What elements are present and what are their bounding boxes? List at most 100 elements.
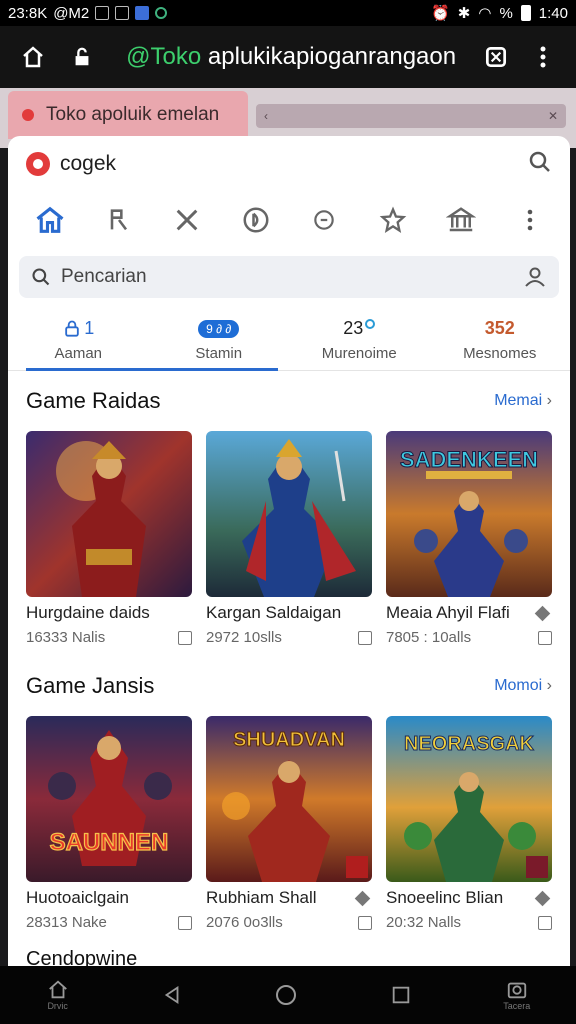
game-meta: 2076 0o3lls — [206, 914, 283, 931]
install-icon[interactable] — [178, 915, 192, 930]
lock-icon[interactable] — [63, 37, 100, 77]
star-icon[interactable] — [373, 200, 413, 240]
wifi-icon: ◠ — [478, 5, 492, 22]
browser-toolbar: @Toko aplukikapioganrangaon — [0, 26, 576, 88]
home-button[interactable] — [274, 983, 298, 1007]
recents-button[interactable] — [390, 984, 412, 1006]
nav-home-button[interactable]: Drvic — [46, 979, 70, 1011]
chevron-right-icon: › — [546, 677, 552, 694]
game-card[interactable]: NEORASGAK Snoeelinc Blian 20:32 Nalls — [386, 716, 552, 931]
more-label: Memai — [494, 392, 543, 409]
status-bar: 23:8K @M2 ⏰ ✱ ◠ % 1:40 — [0, 0, 576, 26]
store-brand: cogek — [60, 152, 117, 175]
search-placeholder: Pencarian — [61, 266, 147, 287]
game-card[interactable]: SHUADVAN Rubhiam Shall 2076 0o3lls — [206, 716, 372, 931]
category-tabs: 1 Aaman 9 ∂ ∂ Stamin 23 Murenoime 352 Me… — [8, 308, 570, 371]
game-name: Huotoaiclgain — [26, 888, 130, 907]
close-icon: ✕ — [547, 109, 558, 123]
tab-label: Mesnomes — [463, 344, 537, 362]
background-tab[interactable]: Toko apoluik emelan — [8, 91, 248, 139]
movies-icon[interactable] — [236, 200, 276, 240]
next-section-title: Cendopwine — [26, 948, 138, 966]
bank-icon[interactable] — [441, 200, 481, 240]
section-title: Game Jansis — [26, 673, 155, 698]
account-icon[interactable] — [523, 265, 547, 289]
store-toolbar — [8, 192, 570, 248]
thumbnail-title: NEORASGAK — [404, 733, 535, 755]
back-icon — [164, 985, 179, 1005]
store-logo-icon — [26, 152, 50, 176]
notification-icon — [115, 6, 130, 20]
search-icon — [32, 268, 50, 286]
more-vertical-icon[interactable] — [510, 200, 550, 240]
background-tab-title: Toko apoluik emelan — [46, 104, 220, 125]
game-meta: 20:32 Nalls — [386, 914, 462, 931]
tab-aaman[interactable]: 1 Aaman — [8, 308, 149, 370]
recents-icon — [392, 986, 410, 1004]
tab-mesnomes[interactable]: 352 Mesnomes — [430, 308, 571, 370]
game-card[interactable]: Kargan Saldaigan 2972 10slls — [206, 431, 372, 646]
app-notification-icon — [135, 6, 150, 20]
search-input[interactable]: Pencarian — [19, 256, 559, 298]
address-bar[interactable]: @Toko aplukikapioganrangaon — [126, 43, 460, 71]
books-icon[interactable] — [304, 200, 344, 240]
tab-stamin[interactable]: 9 ∂ ∂ Stamin — [149, 308, 290, 370]
game-thumbnail: NEORASGAK — [386, 716, 552, 882]
bluetooth-icon: ✱ — [457, 5, 471, 22]
install-icon[interactable] — [358, 915, 372, 930]
home-icon[interactable] — [14, 37, 51, 77]
tab-murenoime[interactable]: 23 Murenoime — [289, 308, 430, 370]
store-header: cogek — [8, 136, 570, 192]
game-name: Kargan Saldaigan — [206, 603, 342, 622]
nav-left-label: Drvic — [47, 1001, 68, 1011]
search-icon[interactable] — [528, 150, 552, 179]
menu-dots-icon[interactable] — [525, 37, 562, 77]
game-thumbnail — [26, 431, 192, 597]
battery-icon — [520, 5, 531, 21]
thumbnail-title: SAUNNEN — [50, 829, 169, 856]
tabs-icon[interactable] — [478, 37, 515, 77]
game-thumbnail: SADENKEEN — [386, 431, 552, 597]
game-card[interactable]: SAUNNEN Huotoaiclgain 28313 Nake — [26, 716, 192, 931]
install-icon[interactable] — [358, 630, 372, 645]
url-prefix: @Toko — [126, 43, 202, 70]
section-more-link[interactable]: Memai › — [494, 392, 552, 410]
game-meta: 2972 10slls — [206, 629, 282, 646]
thumbnail-title: SHUADVAN — [233, 729, 345, 751]
diamond-icon — [354, 890, 371, 906]
tab-favicon-icon — [22, 109, 34, 121]
game-card[interactable]: Hurgdaine daids 16333 Nalis — [26, 431, 192, 646]
section-title: Game Raidas — [26, 388, 161, 413]
install-icon[interactable] — [178, 630, 192, 645]
game-name: Hurgdaine daids — [26, 603, 150, 622]
apps-icon[interactable] — [99, 200, 139, 240]
system-nav-bar: Drvic Tacera — [0, 966, 576, 1024]
game-card[interactable]: SADENKEEN Meaia Ahyil Flafi 7805 : 10all… — [386, 431, 552, 646]
game-name: Meaia Ahyil Flafi — [386, 603, 510, 622]
install-icon[interactable] — [538, 915, 552, 930]
store-panel: cogek Pencarian 1 Aaman 9 ∂ ∂ Stamin 23 … — [8, 136, 570, 966]
back-button[interactable] — [161, 984, 183, 1006]
tab-value: 23 — [343, 318, 364, 338]
tab-label: Murenoime — [321, 344, 397, 362]
install-icon[interactable] — [538, 630, 552, 645]
game-name: Snoeelinc Blian — [386, 888, 504, 907]
battery-percent: % — [499, 4, 513, 22]
game-meta: 28313 Nake — [26, 914, 107, 931]
thumbnail-title: SADENKEEN — [400, 447, 538, 472]
game-thumbnail: SHUADVAN — [206, 716, 372, 882]
background-tab-bar[interactable]: ‹ ✕ — [256, 104, 566, 128]
badge-dot-icon — [365, 318, 376, 329]
section-more-link[interactable]: Momoi › — [494, 677, 552, 695]
home-icon[interactable] — [30, 200, 70, 240]
status-time-right: 1:40 — [538, 4, 568, 22]
nav-camera-button[interactable]: Tacera — [503, 979, 530, 1011]
games-icon[interactable] — [167, 200, 207, 240]
lock-icon — [65, 320, 79, 337]
game-meta: 7805 : 10alls — [386, 629, 472, 646]
alarm-icon: ⏰ — [431, 5, 450, 22]
sync-icon — [155, 7, 168, 19]
notification-icon — [95, 6, 110, 20]
tab-label: Stamin — [195, 344, 243, 362]
tab-badge: 9 ∂ ∂ — [198, 319, 240, 338]
